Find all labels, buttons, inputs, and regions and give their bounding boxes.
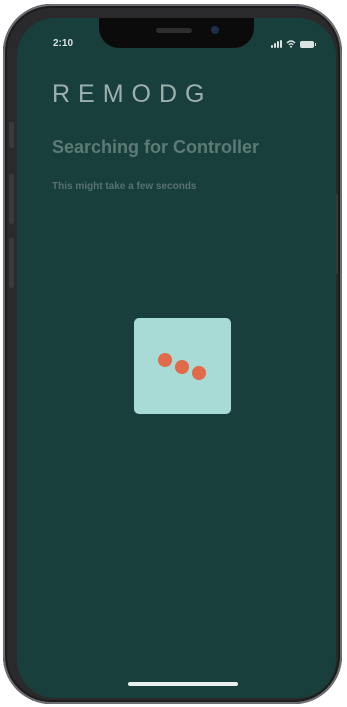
earpiece-speaker (156, 28, 192, 33)
loading-card (134, 318, 231, 414)
front-camera-icon (211, 26, 219, 34)
app-logo: REMODG (52, 80, 213, 108)
volume-up-button (9, 174, 14, 224)
page-title: Searching for Controller (52, 137, 260, 157)
volume-down-button (9, 238, 14, 288)
notch (99, 18, 254, 48)
phone-screen: 2:10 REMODG Searching for Controller Thi… (17, 18, 336, 698)
wifi-icon (286, 40, 296, 48)
status-icons (271, 40, 316, 48)
status-time: 2:10 (53, 38, 74, 49)
loading-dot-2 (175, 360, 189, 374)
page-subtitle: This might take a few seconds (52, 181, 197, 192)
phone-frame: 2:10 REMODG Searching for Controller Thi… (3, 4, 342, 704)
signal-icon (271, 40, 282, 48)
home-indicator[interactable] (128, 682, 238, 686)
battery-icon (300, 41, 316, 48)
loading-dot-3 (192, 366, 206, 380)
action-button (9, 122, 14, 148)
loading-dot-1 (158, 353, 172, 367)
